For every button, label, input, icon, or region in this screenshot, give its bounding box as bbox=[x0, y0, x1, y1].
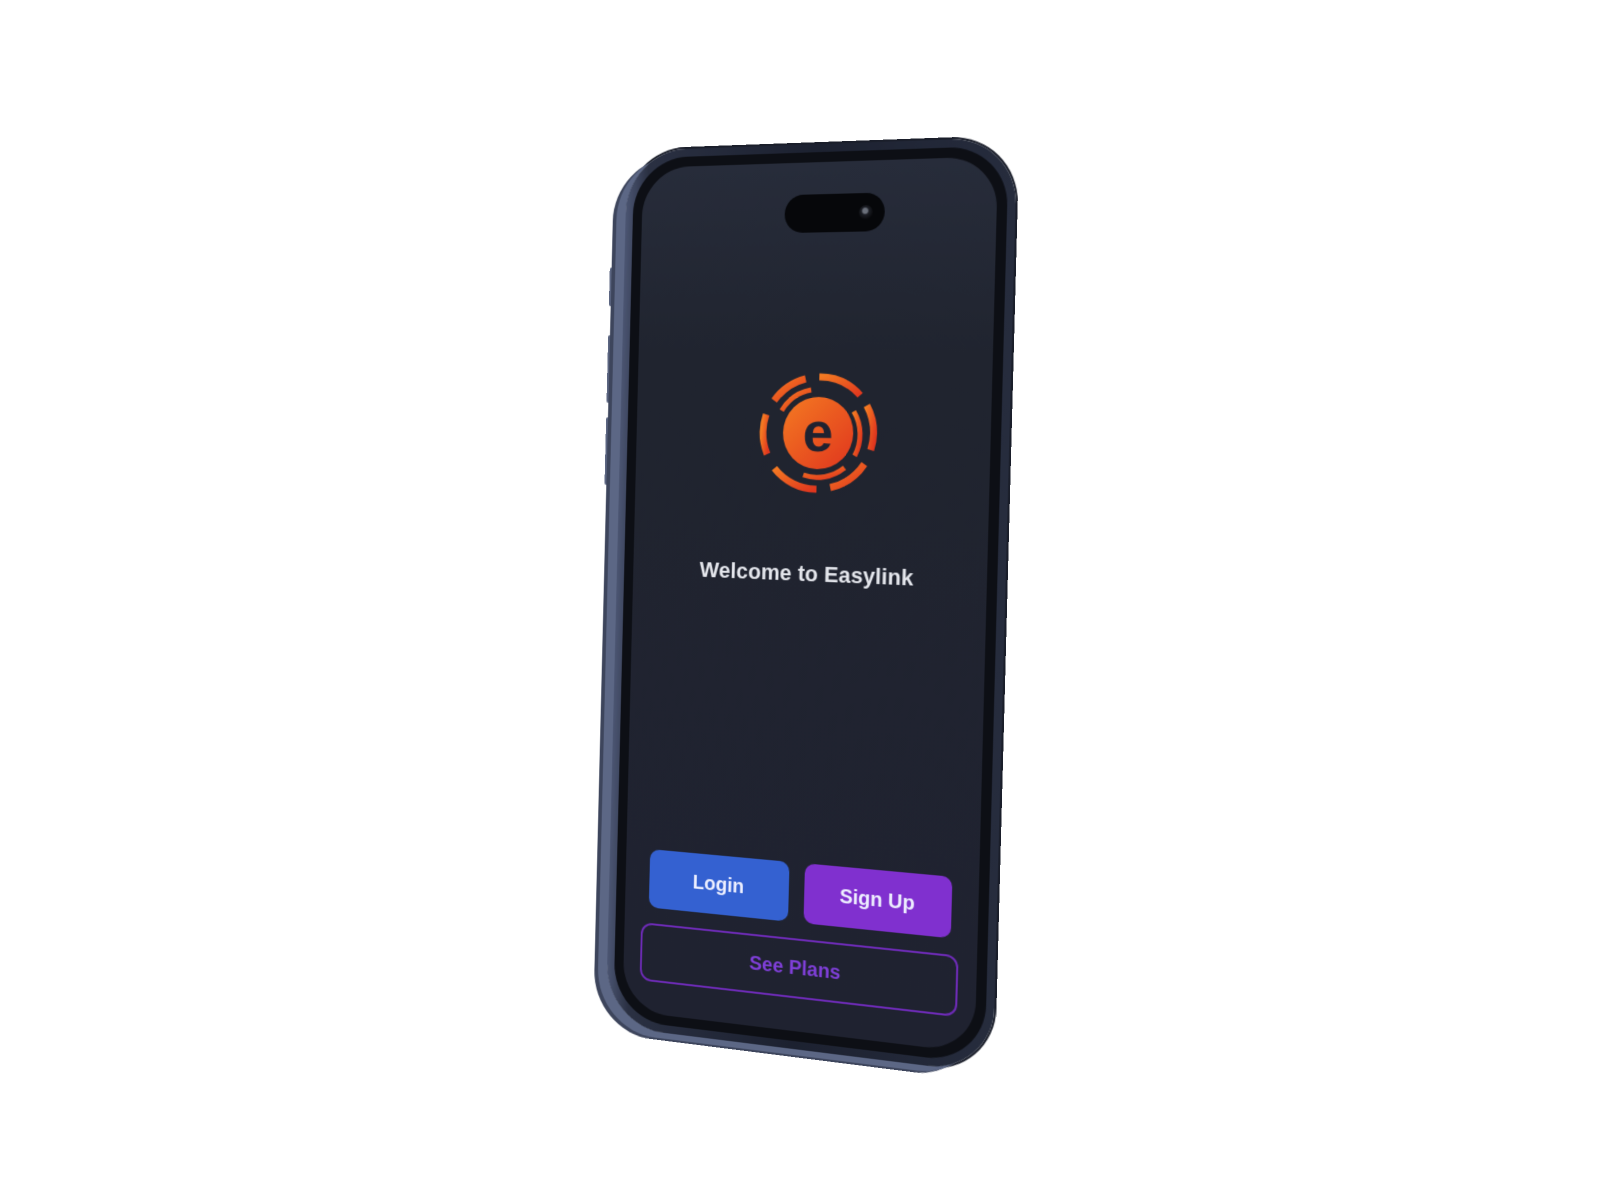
stage: e Welcome to Easylink Login Sign Up See … bbox=[0, 0, 1600, 1200]
easylink-logo-icon: e bbox=[757, 371, 881, 497]
app-screen: e Welcome to Easylink Login Sign Up See … bbox=[622, 156, 999, 1054]
phone-volume-down-button bbox=[604, 417, 610, 485]
login-button[interactable]: Login bbox=[648, 849, 790, 922]
signup-button[interactable]: Sign Up bbox=[803, 863, 953, 939]
auth-button-row: Login Sign Up bbox=[648, 849, 953, 939]
welcome-title: Welcome to Easylink bbox=[699, 557, 914, 591]
logo-letter: e bbox=[802, 400, 834, 464]
phone-mockup: e Welcome to Easylink Login Sign Up See … bbox=[604, 136, 1018, 1074]
front-camera-icon bbox=[858, 204, 873, 220]
phone-action-button bbox=[608, 267, 614, 307]
dynamic-island bbox=[784, 192, 886, 234]
logo-graphic: e bbox=[757, 371, 881, 497]
phone-volume-up-button bbox=[606, 335, 612, 403]
see-plans-button[interactable]: See Plans bbox=[639, 922, 959, 1018]
